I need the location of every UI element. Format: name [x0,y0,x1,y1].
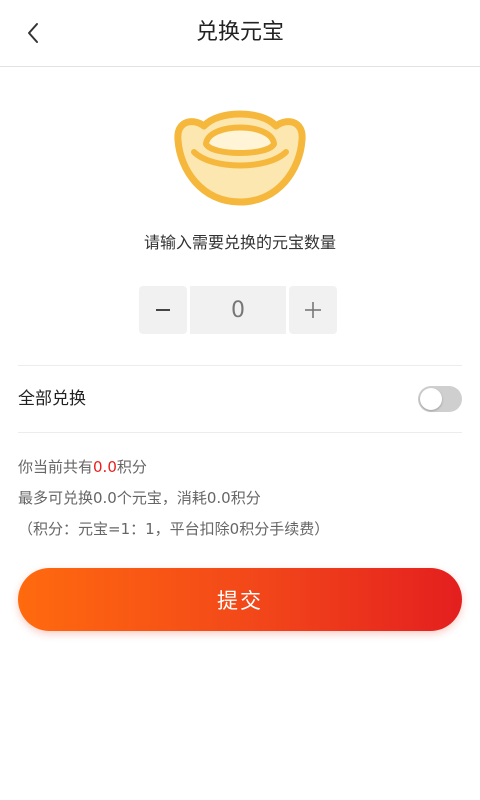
plus-icon [305,302,321,318]
toggle-knob [420,388,442,410]
divider [18,432,462,433]
quantity-stepper: 0 [139,286,337,334]
page-title: 兑换元宝 [195,20,284,45]
decrement-button[interactable] [139,286,187,334]
points-balance-value: 0.0 [93,458,117,476]
minus-icon [156,309,170,311]
exchange-rate-note: （积分：元宝=1：1，平台扣除0积分手续费） [18,520,330,538]
points-balance-suffix: 积分 [116,458,147,476]
increment-button[interactable] [289,286,337,334]
top-bar: 兑换元宝 [0,0,480,67]
exchange-all-label: 全部兑换 [18,389,86,409]
submit-button[interactable]: 提交 [18,568,462,631]
quantity-prompt: 请输入需要兑换的元宝数量 [143,233,336,252]
max-exchange-text: 最多可兑换0.0个元宝，消耗0.0积分 [18,489,261,507]
exchange-all-row: 全部兑换 [18,366,462,432]
gold-ingot-icon [174,110,306,206]
exchange-all-toggle[interactable] [418,386,462,412]
points-balance-text: 你当前共有0.0积分 [18,456,147,477]
quantity-input[interactable]: 0 [190,286,286,334]
points-balance-prefix: 你当前共有 [18,458,94,476]
